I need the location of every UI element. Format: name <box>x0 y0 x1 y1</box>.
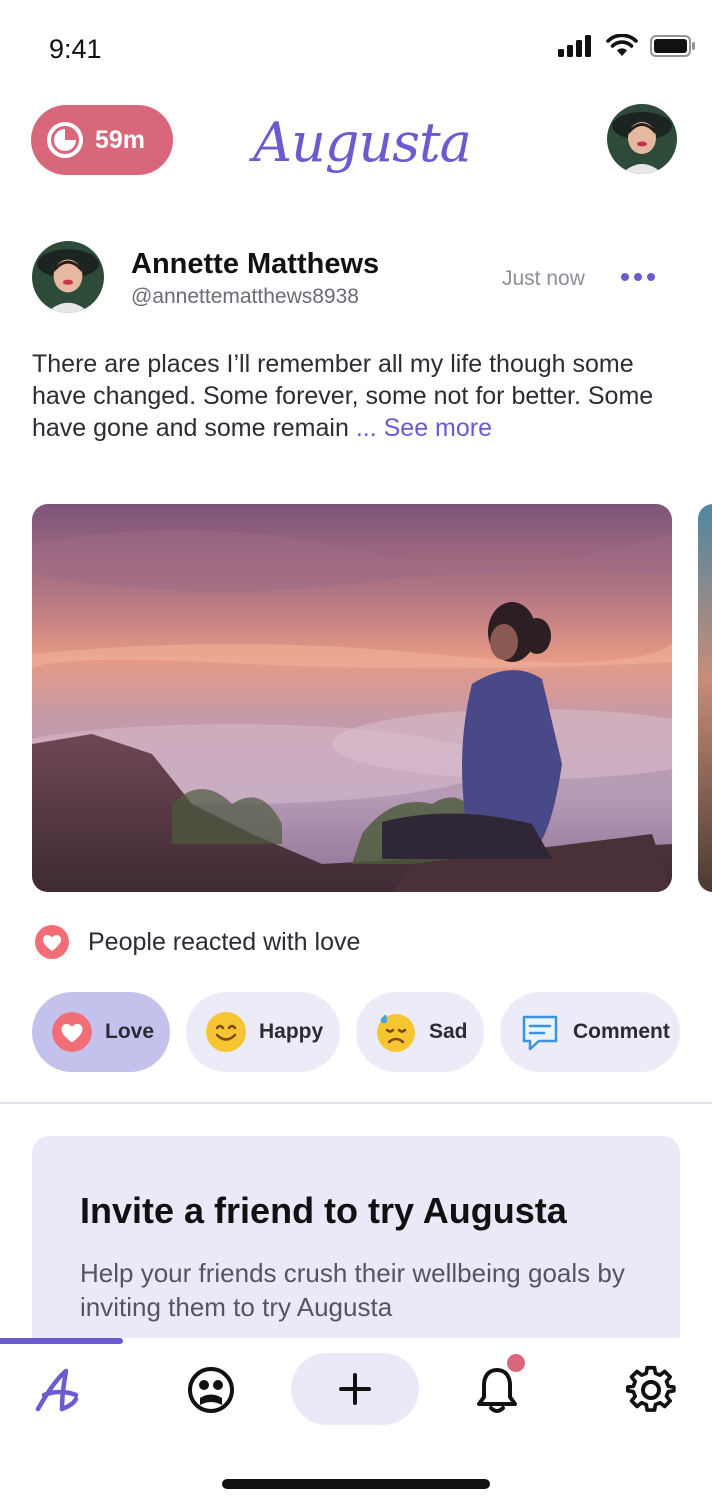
avatar-image <box>32 241 104 313</box>
post-header: Annette Matthews @annettematthews8938 Ju… <box>32 241 680 315</box>
post-body: There are places I’ll remember all my li… <box>32 348 680 444</box>
nav-home[interactable] <box>27 1360 87 1420</box>
add-icon <box>339 1373 371 1405</box>
more-options-button[interactable] <box>618 259 658 295</box>
next-image-peek[interactable] <box>698 504 712 892</box>
love-reaction-button[interactable]: Love <box>32 992 170 1072</box>
add-post-button[interactable] <box>291 1353 419 1425</box>
happy-reaction-button[interactable]: Happy <box>186 992 340 1072</box>
home-indicator <box>222 1479 490 1489</box>
nav-settings[interactable] <box>621 1360 681 1420</box>
invite-body: Help your friends crush their wellbeing … <box>80 1258 625 1322</box>
reaction-summary-text: People reacted with love <box>88 927 361 956</box>
status-bar: 9:41 <box>0 0 712 96</box>
happy-reaction-label: Happy <box>259 1020 324 1043</box>
more-dot-icon <box>647 273 655 281</box>
comment-label: Comment <box>573 1020 670 1043</box>
app-header: 59m Augusta <box>0 100 712 184</box>
comment-icon <box>522 1015 558 1051</box>
mood-face-icon <box>188 1367 234 1413</box>
reaction-summary[interactable]: People reacted with love <box>34 922 360 962</box>
divider <box>0 1102 712 1104</box>
home-logo-icon <box>35 1368 79 1412</box>
invite-title: Invite a friend to try Augusta <box>80 1190 567 1231</box>
more-dot-icon <box>634 273 642 281</box>
timer-button[interactable]: 59m <box>31 105 173 175</box>
post-author-name[interactable]: Annette Matthews <box>131 248 379 281</box>
post-author-avatar[interactable] <box>32 241 104 313</box>
post-body-text: There are places I’ll remember all my li… <box>32 350 654 442</box>
gear-icon <box>626 1365 676 1412</box>
wifi-icon <box>606 34 638 56</box>
sad-reaction-button[interactable]: Sad <box>356 992 484 1072</box>
smile-emoji-icon <box>206 1012 246 1052</box>
bell-icon <box>477 1368 517 1413</box>
active-tab-indicator <box>0 1338 123 1344</box>
timer-label: 59m <box>95 125 146 154</box>
comment-button[interactable]: Comment <box>500 992 680 1072</box>
more-dot-icon <box>621 273 629 281</box>
sad-emoji-icon <box>377 1014 415 1052</box>
see-more-link[interactable]: ... See more <box>356 414 492 442</box>
status-time: 9:41 <box>49 34 102 64</box>
cellular-signal-icon <box>558 35 591 57</box>
heart-icon <box>35 925 69 959</box>
battery-icon <box>650 35 695 57</box>
notification-badge <box>507 1354 525 1372</box>
heart-icon <box>52 1012 92 1052</box>
timer-ring-icon <box>47 122 83 158</box>
profile-avatar[interactable] <box>607 104 677 174</box>
status-icons <box>558 34 696 58</box>
sad-reaction-label: Sad <box>429 1020 468 1043</box>
avatar-image <box>607 104 677 174</box>
app-logo: Augusta <box>253 110 472 174</box>
post-image[interactable] <box>32 504 672 892</box>
post-author-handle: @annettematthews8938 <box>131 285 359 308</box>
post-timestamp: Just now <box>502 267 585 290</box>
nav-mood[interactable] <box>181 1360 241 1420</box>
sunset-photo <box>32 504 672 892</box>
love-reaction-label: Love <box>105 1020 155 1043</box>
